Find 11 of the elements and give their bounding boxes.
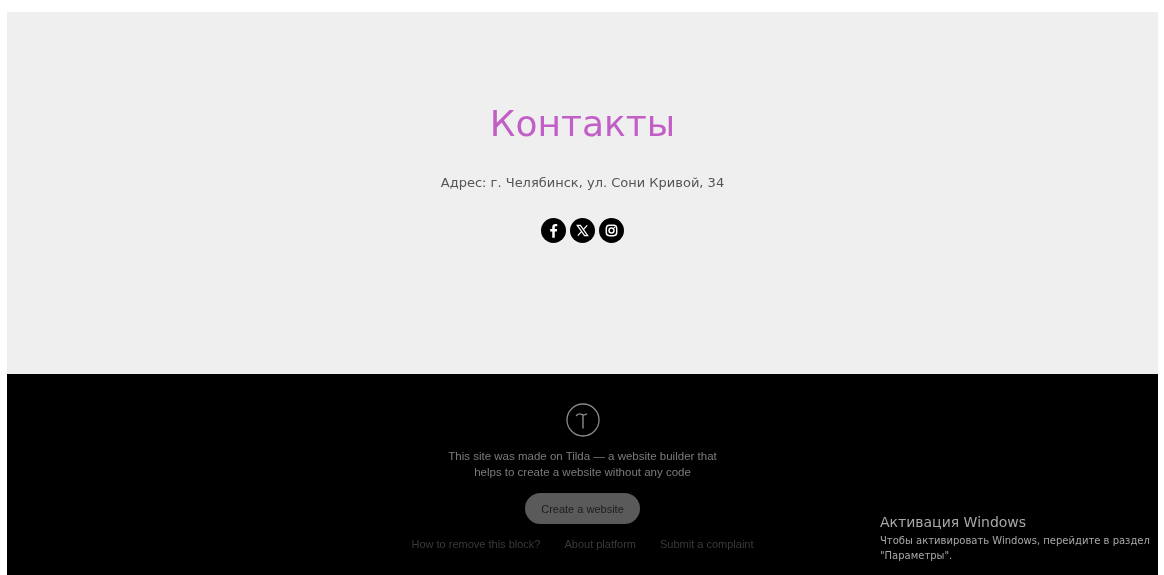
activation-title: Активация Windows bbox=[880, 514, 1028, 530]
footer-text: This site was made on Tilda — a website builder that helps to create a website without any code bbox=[447, 449, 718, 480]
create-website-button[interactable]: Create a website bbox=[525, 493, 640, 524]
facebook-icon[interactable] bbox=[541, 218, 566, 243]
address-text: Адрес: г. Челябинск, ул. Сони Кривой, 34 bbox=[440, 175, 725, 190]
tilda-logo-icon[interactable] bbox=[565, 403, 600, 437]
x-logo-icon[interactable] bbox=[570, 218, 595, 243]
instagram-icon[interactable] bbox=[599, 218, 624, 243]
page-heading: Контакты bbox=[489, 104, 676, 144]
activation-text: Чтобы активировать Windows, перейдите в раздел "Параметры". bbox=[880, 534, 1151, 563]
footer-link[interactable]: About platform bbox=[564, 538, 636, 550]
